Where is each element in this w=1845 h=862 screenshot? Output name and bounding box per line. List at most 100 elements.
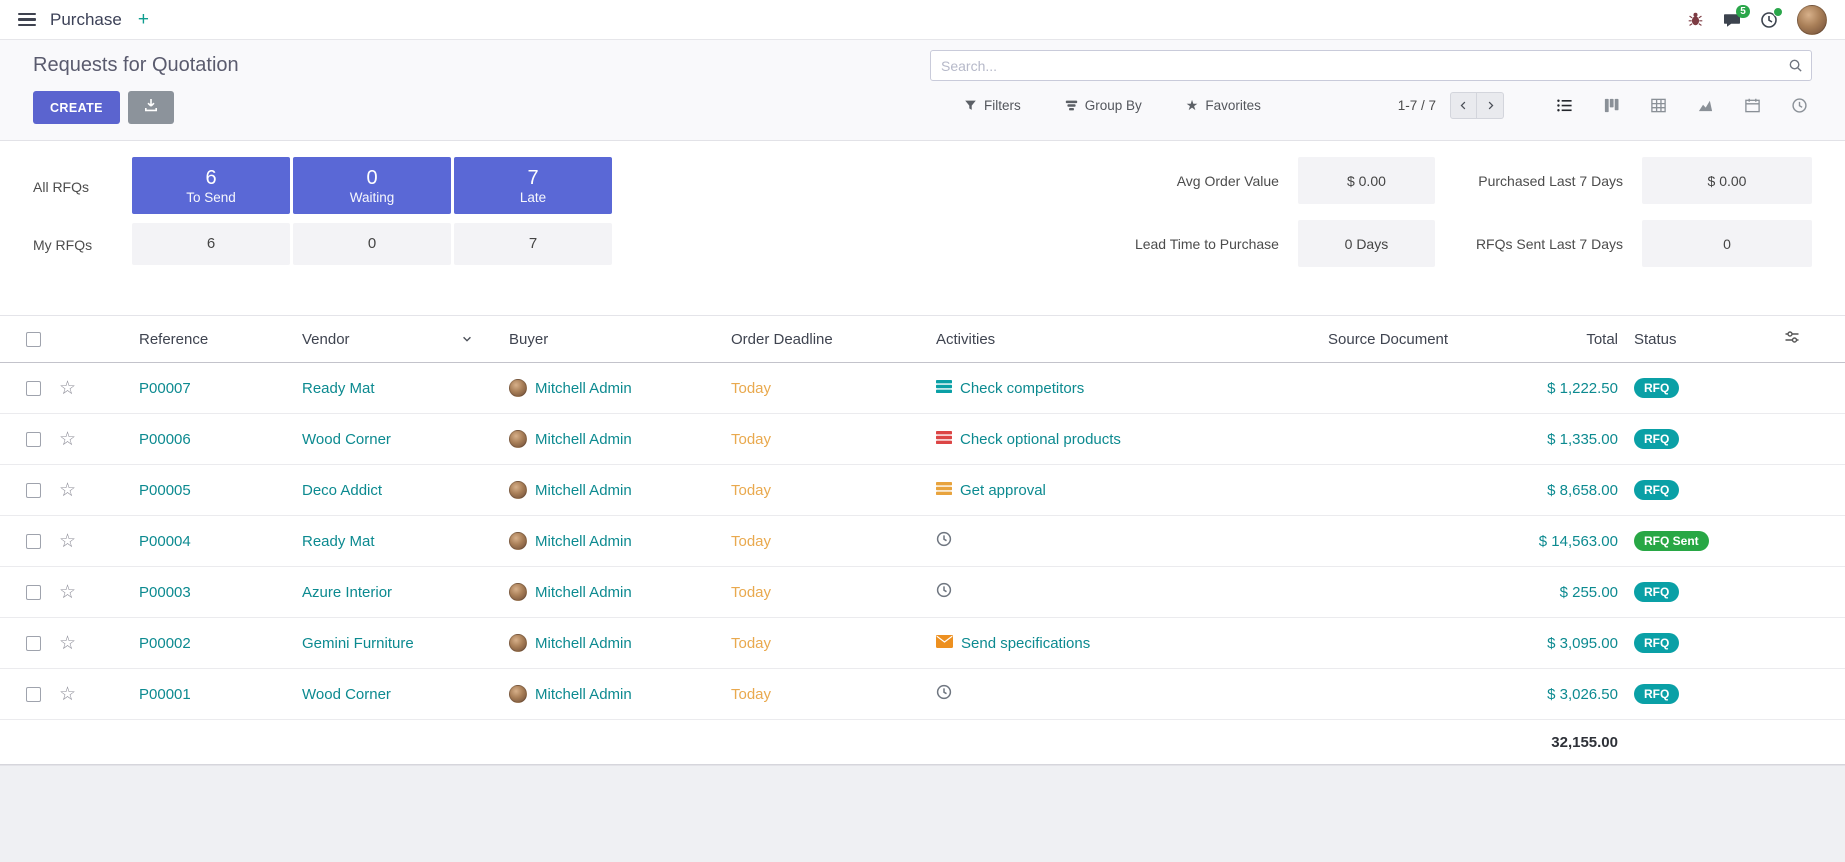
total-amount: $ 255.00 <box>1560 584 1618 601</box>
reference-link[interactable]: P00004 <box>139 533 191 550</box>
reference-link[interactable]: P00002 <box>139 635 191 652</box>
filters-button[interactable]: Filters <box>964 98 1021 113</box>
buyer-link[interactable]: Mitchell Admin <box>535 380 632 397</box>
buyer-avatar <box>509 634 527 652</box>
row-checkbox[interactable] <box>26 585 41 600</box>
my-tile-late[interactable]: 7 <box>454 223 612 265</box>
kanban-view-icon[interactable] <box>1598 93 1624 119</box>
favorite-star-icon[interactable]: ☆ <box>59 582 76 603</box>
search-input[interactable] <box>930 50 1812 81</box>
buyer-link[interactable]: Mitchell Admin <box>535 584 632 601</box>
metric-value-lead-time: 0 Days <box>1298 220 1435 267</box>
activity-button[interactable]: Check competitors <box>936 379 1320 398</box>
activity-view-icon[interactable] <box>1786 93 1812 119</box>
calendar-view-icon[interactable] <box>1739 93 1765 119</box>
table-header-row: Reference Vendor Buyer Order Deadline Ac… <box>0 316 1845 363</box>
favorite-star-icon[interactable]: ☆ <box>59 633 76 654</box>
user-avatar[interactable] <box>1797 5 1827 35</box>
debug-bug-icon[interactable] <box>1687 11 1704 28</box>
row-checkbox[interactable] <box>26 483 41 498</box>
row-checkbox[interactable] <box>26 432 41 447</box>
reference-link[interactable]: P00007 <box>139 380 191 397</box>
favorite-star-icon[interactable]: ☆ <box>59 429 76 450</box>
tile-to-send[interactable]: 6 To Send <box>132 157 290 214</box>
reference-link[interactable]: P00001 <box>139 686 191 703</box>
graph-view-icon[interactable] <box>1692 93 1718 119</box>
favorite-star-icon[interactable]: ☆ <box>59 531 76 552</box>
list-view-icon[interactable] <box>1551 93 1577 119</box>
new-tab-plus-icon[interactable]: + <box>138 9 149 31</box>
favorite-star-icon[interactable]: ☆ <box>59 480 76 501</box>
header-source-document[interactable]: Source Document <box>1324 316 1480 363</box>
status-badge: RFQ <box>1634 480 1679 500</box>
favorite-star-icon[interactable]: ☆ <box>59 684 76 705</box>
vendor-link[interactable]: Ready Mat <box>302 533 375 550</box>
vendor-link[interactable]: Azure Interior <box>302 584 392 601</box>
group-by-button[interactable]: Group By <box>1065 98 1142 113</box>
header-vendor[interactable]: Vendor <box>298 316 505 363</box>
vendor-link[interactable]: Deco Addict <box>302 482 382 499</box>
buyer-link[interactable]: Mitchell Admin <box>535 482 632 499</box>
table-row[interactable]: ☆ P00004 Ready Mat Mitchell Admin Today … <box>0 516 1845 567</box>
table-row[interactable]: ☆ P00002 Gemini Furniture Mitchell Admin… <box>0 618 1845 669</box>
all-rfqs-label: All RFQs <box>33 157 129 217</box>
buyer-link[interactable]: Mitchell Admin <box>535 635 632 652</box>
reference-link[interactable]: P00005 <box>139 482 191 499</box>
table-row[interactable]: ☆ P00007 Ready Mat Mitchell Admin Today … <box>0 363 1845 414</box>
metric-value-purchased-7d: $ 0.00 <box>1642 157 1812 204</box>
activity-button[interactable]: Get approval <box>936 481 1320 500</box>
total-amount: $ 8,658.00 <box>1547 482 1618 499</box>
vendor-link[interactable]: Wood Corner <box>302 686 391 703</box>
activity-button[interactable]: Check optional products <box>936 430 1320 449</box>
order-deadline: Today <box>731 533 771 550</box>
buyer-link[interactable]: Mitchell Admin <box>535 431 632 448</box>
activities-count-badge <box>1773 7 1783 17</box>
favorite-star-icon[interactable]: ☆ <box>59 378 76 399</box>
checklist-activity-icon <box>936 481 952 500</box>
select-all-checkbox[interactable] <box>26 332 41 347</box>
favorites-button[interactable]: ★ Favorites <box>1186 97 1261 114</box>
pivot-view-icon[interactable] <box>1645 93 1671 119</box>
row-checkbox[interactable] <box>26 687 41 702</box>
row-checkbox[interactable] <box>26 381 41 396</box>
row-checkbox[interactable] <box>26 534 41 549</box>
search-icon[interactable] <box>1788 58 1803 77</box>
vendor-link[interactable]: Ready Mat <box>302 380 375 397</box>
header-activities[interactable]: Activities <box>932 316 1324 363</box>
activity-button[interactable] <box>936 582 1320 602</box>
sort-descending-icon[interactable] <box>461 333 473 345</box>
pager-next-button[interactable] <box>1477 92 1504 119</box>
activity-button[interactable] <box>936 684 1320 704</box>
header-total[interactable]: Total <box>1480 316 1630 363</box>
control-panel-right: Filters Group By ★ Favorites 1-7 / 7 <box>930 50 1812 119</box>
apps-menu-icon[interactable] <box>18 13 36 27</box>
activity-button[interactable] <box>936 531 1320 551</box>
table-row[interactable]: ☆ P00005 Deco Addict Mitchell Admin Toda… <box>0 465 1845 516</box>
table-row[interactable]: ☆ P00006 Wood Corner Mitchell Admin Toda… <box>0 414 1845 465</box>
header-status[interactable]: Status <box>1630 316 1780 363</box>
my-tile-to-send[interactable]: 6 <box>132 223 290 265</box>
reference-link[interactable]: P00006 <box>139 431 191 448</box>
vendor-link[interactable]: Wood Corner <box>302 431 391 448</box>
vendor-link[interactable]: Gemini Furniture <box>302 635 414 652</box>
download-button[interactable] <box>128 91 174 124</box>
optional-columns-icon[interactable] <box>1784 329 1800 345</box>
create-button[interactable]: CREATE <box>33 91 120 124</box>
activities-clock-icon[interactable] <box>1760 11 1778 29</box>
my-tile-waiting[interactable]: 0 <box>293 223 451 265</box>
table-row[interactable]: ☆ P00003 Azure Interior Mitchell Admin T… <box>0 567 1845 618</box>
row-checkbox[interactable] <box>26 636 41 651</box>
buyer-link[interactable]: Mitchell Admin <box>535 533 632 550</box>
header-order-deadline[interactable]: Order Deadline <box>727 316 932 363</box>
tile-late[interactable]: 7 Late <box>454 157 612 214</box>
header-buyer[interactable]: Buyer <box>505 316 727 363</box>
tile-waiting[interactable]: 0 Waiting <box>293 157 451 214</box>
reference-link[interactable]: P00003 <box>139 584 191 601</box>
metric-value-avg-order: $ 0.00 <box>1298 157 1435 204</box>
header-reference[interactable]: Reference <box>113 316 298 363</box>
messages-icon[interactable]: 5 <box>1723 11 1741 29</box>
pager-previous-button[interactable] <box>1450 92 1477 119</box>
buyer-link[interactable]: Mitchell Admin <box>535 686 632 703</box>
activity-button[interactable]: Send specifications <box>936 635 1320 652</box>
table-row[interactable]: ☆ P00001 Wood Corner Mitchell Admin Toda… <box>0 669 1845 720</box>
